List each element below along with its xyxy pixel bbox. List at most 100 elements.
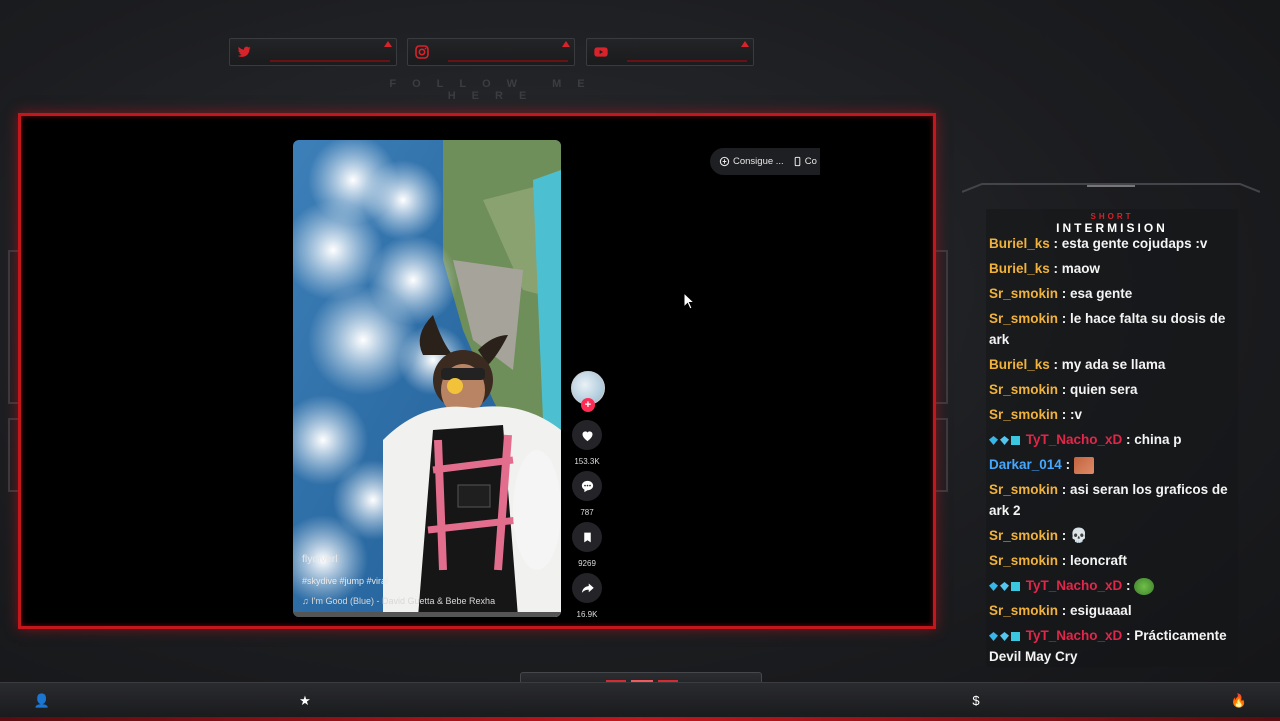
share-count: 16.9K <box>576 610 598 619</box>
chat-message: Sr_smokin : esa gente <box>989 286 1133 301</box>
chat-username[interactable]: Sr_smokin <box>989 407 1058 422</box>
chat-text: esta gente cojudaps :v <box>1061 236 1208 251</box>
gem-badge-icon <box>1000 435 1009 445</box>
chat-username[interactable]: Sr_smokin <box>989 286 1058 301</box>
cube-badge-icon <box>1011 435 1020 445</box>
instagram-link-bar[interactable] <box>407 38 575 66</box>
cube-badge-icon <box>1011 581 1020 591</box>
bar-accent-line <box>448 60 568 62</box>
video-hashtags[interactable]: #skydive #jump #viral <box>302 576 388 586</box>
comment-count: 787 <box>580 508 594 517</box>
chat-username[interactable]: Sr_smokin <box>989 311 1058 326</box>
chat-text: china p <box>1134 432 1182 447</box>
drop-icon: 🔥 <box>1230 693 1248 708</box>
twitter-icon <box>237 46 251 57</box>
dollar-icon: $ <box>972 693 980 708</box>
chat-message: Sr_smokin : asi seran los graficos de ar… <box>989 482 1228 518</box>
tiktok-coin-icon <box>719 156 730 167</box>
bottom-accent-line <box>0 717 1280 721</box>
chat-username[interactable]: Buriel_ks <box>989 261 1050 276</box>
instagram-icon <box>415 45 429 59</box>
right-bracket-deco <box>936 250 948 404</box>
get-app-label[interactable]: Co <box>805 156 817 167</box>
chat-username[interactable]: Buriel_ks <box>989 236 1050 251</box>
chat-message: TyT_Nacho_xD : china p <box>989 429 1237 450</box>
comment-action[interactable]: 787 <box>567 471 607 517</box>
sub-badge-icons <box>989 432 1022 447</box>
chat-message: Sr_smokin : :v <box>989 407 1083 422</box>
follow-me-text: FOLLOW ME HERE <box>389 78 601 102</box>
get-coins-label[interactable]: Consigue ... <box>733 156 784 167</box>
chat-username[interactable]: Buriel_ks <box>989 357 1050 372</box>
tiktok-video-player[interactable]: flydiverl #skydive #jump #viral ♫ I'm Go… <box>293 140 561 617</box>
follow-plus-icon[interactable]: + <box>581 398 595 412</box>
like-action[interactable]: 153.3K <box>567 420 607 466</box>
chat-text: esiguaaal <box>1070 603 1132 618</box>
video-username[interactable]: flydiverl <box>302 553 338 565</box>
get-app-pill[interactable]: Consigue ... Co <box>710 148 820 175</box>
chat-username[interactable]: TyT_Nacho_xD <box>1026 628 1123 643</box>
cube-badge-icon <box>1011 631 1020 641</box>
bar-accent-line <box>627 60 747 62</box>
heart-icon[interactable] <box>572 420 602 450</box>
chat-username[interactable]: Sr_smokin <box>989 553 1058 568</box>
gem-badge-icon <box>989 631 998 641</box>
face-emote-icon <box>1073 456 1094 474</box>
chat-message-list: Buriel_ks : esta gente cojudaps :v Burie… <box>989 233 1237 671</box>
gem-badge-icon <box>1000 631 1009 641</box>
creator-avatar[interactable]: + <box>571 371 605 412</box>
chat-username[interactable]: TyT_Nacho_xD <box>1026 432 1123 447</box>
right-bracket-deco <box>936 418 948 492</box>
chat-message: Sr_smokin : 💀 <box>989 527 1088 543</box>
music-note-icon: ♫ <box>302 596 312 606</box>
chat-message: Sr_smokin : le hace falta su dosis de ar… <box>989 311 1226 347</box>
chat-message: Buriel_ks : my ada se llama <box>989 357 1166 372</box>
youtube-icon <box>594 47 608 57</box>
chat-username[interactable]: Darkar_014 <box>989 457 1062 472</box>
chat-message: Sr_smokin : leoncraft <box>989 553 1128 568</box>
share-action[interactable]: 16.9K <box>567 573 607 619</box>
frog-emote-icon <box>1134 577 1155 595</box>
mouse-cursor-icon <box>683 292 695 310</box>
chat-text: leoncraft <box>1070 553 1128 568</box>
chat-text: quien sera <box>1070 382 1138 397</box>
skull-emote-icon: 💀 <box>1070 527 1088 543</box>
phone-icon <box>794 156 800 167</box>
youtube-link-bar[interactable] <box>586 38 754 66</box>
chat-username[interactable]: TyT_Nacho_xD <box>1026 578 1123 593</box>
chat-text: :v <box>1070 407 1083 422</box>
bar-marker <box>741 41 749 47</box>
star-icon: ★ <box>299 693 311 708</box>
chat-message: Buriel_ks : maow <box>989 261 1101 276</box>
chat-text: maow <box>1061 261 1101 276</box>
chat-message: Sr_smokin : quien sera <box>989 382 1138 397</box>
chat-message: Sr_smokin : esiguaaal <box>989 603 1132 618</box>
chat-message: TyT_Nacho_xD : Prácticamente Devil May C… <box>989 628 1227 664</box>
share-icon[interactable] <box>572 573 602 603</box>
chat-message: Buriel_ks : esta gente cojudaps :v <box>989 236 1208 251</box>
bar-marker <box>384 41 392 47</box>
comment-icon[interactable] <box>572 471 602 501</box>
chat-username[interactable]: Sr_smokin <box>989 528 1058 543</box>
bar-accent-line <box>270 60 390 62</box>
save-count: 9269 <box>578 559 596 568</box>
like-count: 153.3K <box>574 457 600 466</box>
gem-badge-icon <box>989 581 998 591</box>
gem-badge-icon <box>1000 581 1009 591</box>
user-icon: 👤 <box>33 693 51 708</box>
chat-top-deco <box>962 183 1260 193</box>
sub-badge-icons <box>989 578 1022 593</box>
bookmark-icon[interactable] <box>572 522 602 552</box>
twitter-link-bar[interactable] <box>229 38 397 66</box>
chat-text: my ada se llama <box>1061 357 1166 372</box>
video-music[interactable]: ♫ I'm Good (Blue) - David Guetta & Bebe … <box>302 596 495 606</box>
chat-text: esa gente <box>1070 286 1133 301</box>
save-action[interactable]: 9269 <box>567 522 607 568</box>
bar-marker <box>562 41 570 47</box>
music-title: I'm Good (Blue) - David Guetta & Bebe Re… <box>311 596 496 606</box>
bottom-bar <box>0 682 1280 721</box>
chat-username[interactable]: Sr_smokin <box>989 603 1058 618</box>
chat-username[interactable]: Sr_smokin <box>989 482 1058 497</box>
video-frame-image <box>293 140 561 617</box>
chat-username[interactable]: Sr_smokin <box>989 382 1058 397</box>
